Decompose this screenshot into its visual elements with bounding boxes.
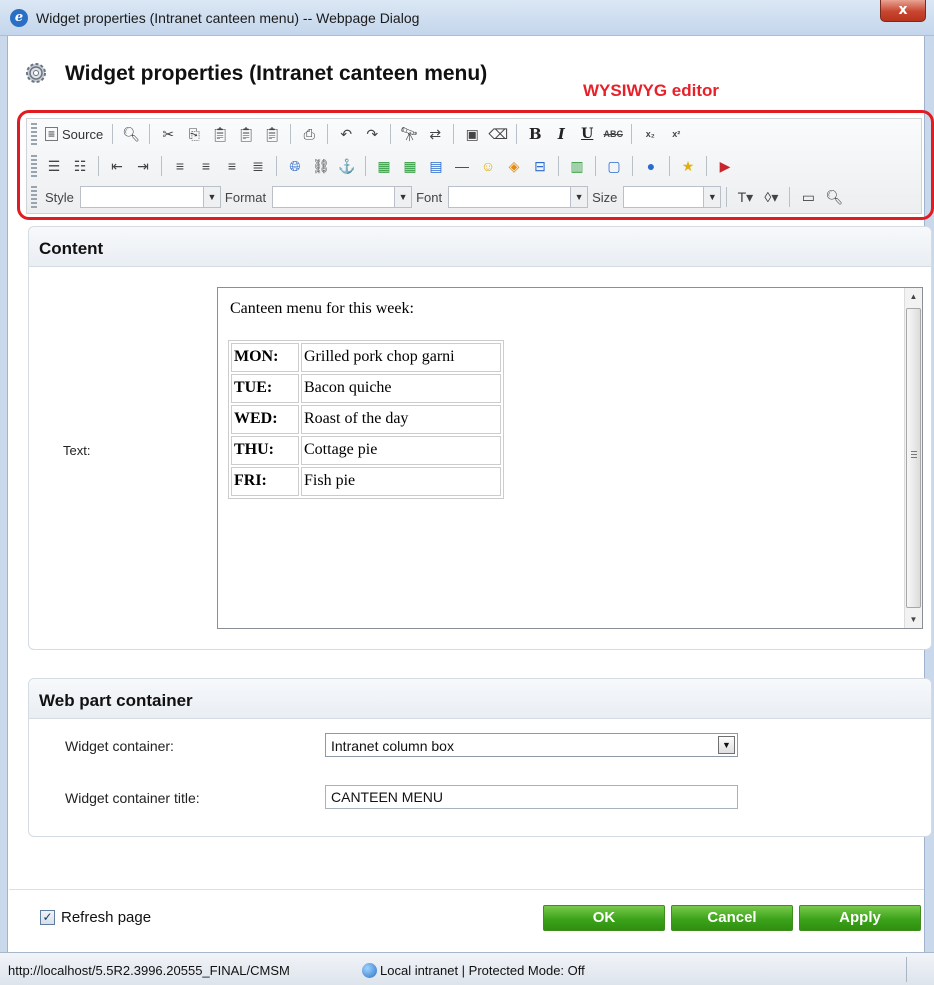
table-row: WED: Roast of the day [231, 405, 501, 434]
menu-day: WED: [231, 405, 299, 434]
apply-button[interactable]: Apply [799, 905, 921, 931]
menu-day: TUE: [231, 374, 299, 403]
editor-body[interactable]: Canteen menu for this week: MON: Grilled… [228, 300, 504, 499]
table-row: FRI: Fish pie [231, 467, 501, 496]
menu-day: THU: [231, 436, 299, 465]
widget-container-label: Widget container: [65, 738, 174, 754]
table-row: THU: Cottage pie [231, 436, 501, 465]
wysiwyg-highlight-outline [17, 110, 934, 220]
widget-container-title-input[interactable] [325, 785, 738, 809]
content-panel: Content Text: Canteen menu for this week… [28, 226, 932, 650]
menu-dish: Fish pie [301, 467, 501, 496]
text-field-label: Text: [63, 443, 91, 458]
cancel-button[interactable]: Cancel [671, 905, 793, 931]
scroll-down-icon[interactable]: ▼ [905, 611, 922, 628]
close-button[interactable]: x [880, 0, 926, 22]
menu-dish: Grilled pork chop garni [301, 343, 501, 372]
widget-container-value: Intranet column box [331, 738, 454, 754]
scrollbar-thumb[interactable] [906, 308, 921, 608]
refresh-page-label: Refresh page [61, 909, 152, 926]
window-left-border [0, 36, 8, 985]
editor-scrollbar[interactable]: ▲ ▼ [904, 288, 922, 628]
table-row: MON: Grilled pork chop garni [231, 343, 501, 372]
widget-container-select[interactable]: Intranet column box ▼ [325, 733, 738, 757]
editor-intro-text: Canteen menu for this week: [230, 300, 414, 317]
refresh-page-option[interactable]: ✓ Refresh page [40, 909, 151, 926]
content-section-title: Content [29, 227, 931, 267]
widget-container-title-label: Widget container title: [65, 790, 200, 806]
status-zone: Local intranet | Protected Mode: Off [358, 963, 585, 978]
status-url: http://localhost/5.5R2.3996.20555_FINAL/… [8, 963, 290, 978]
table-row: TUE: Bacon quiche [231, 374, 501, 403]
menu-day: MON: [231, 343, 299, 372]
ok-button[interactable]: OK [543, 905, 665, 931]
web-part-section-title: Web part container [29, 679, 931, 719]
footer-divider [9, 889, 924, 890]
scrollbar-grip [911, 451, 917, 458]
widget-container-title-row: Widget container title: [29, 783, 929, 811]
menu-table[interactable]: MON: Grilled pork chop garni TUE: Bacon … [228, 340, 504, 499]
rich-text-editor[interactable]: Canteen menu for this week: MON: Grilled… [217, 287, 923, 629]
window-title: Widget properties (Intranet canteen menu… [36, 10, 420, 26]
gear-icon [26, 63, 46, 83]
status-zone-text: Local intranet | Protected Mode: Off [380, 963, 585, 978]
menu-day: FRI: [231, 467, 299, 496]
window-titlebar: e Widget properties (Intranet canteen me… [0, 0, 934, 36]
menu-dish: Cottage pie [301, 436, 501, 465]
chevron-down-icon[interactable]: ▼ [718, 736, 735, 754]
status-bar: http://localhost/5.5R2.3996.20555_FINAL/… [0, 952, 934, 985]
page-title: Widget properties (Intranet canteen menu… [65, 62, 488, 85]
menu-dish: Bacon quiche [301, 374, 501, 403]
widget-container-row: Widget container: Intranet column box ▼ [29, 731, 929, 759]
dialog-header: Widget properties (Intranet canteen menu… [9, 37, 924, 107]
globe-icon [362, 963, 377, 978]
refresh-page-checkbox[interactable]: ✓ [40, 910, 55, 925]
wysiwyg-annotation: WYSIWYG editor [583, 81, 719, 100]
web-part-container-panel: Web part container Widget container: Int… [28, 678, 932, 837]
ie-icon: e [10, 9, 28, 27]
status-divider [906, 957, 907, 982]
menu-dish: Roast of the day [301, 405, 501, 434]
scroll-up-icon[interactable]: ▲ [905, 288, 922, 305]
